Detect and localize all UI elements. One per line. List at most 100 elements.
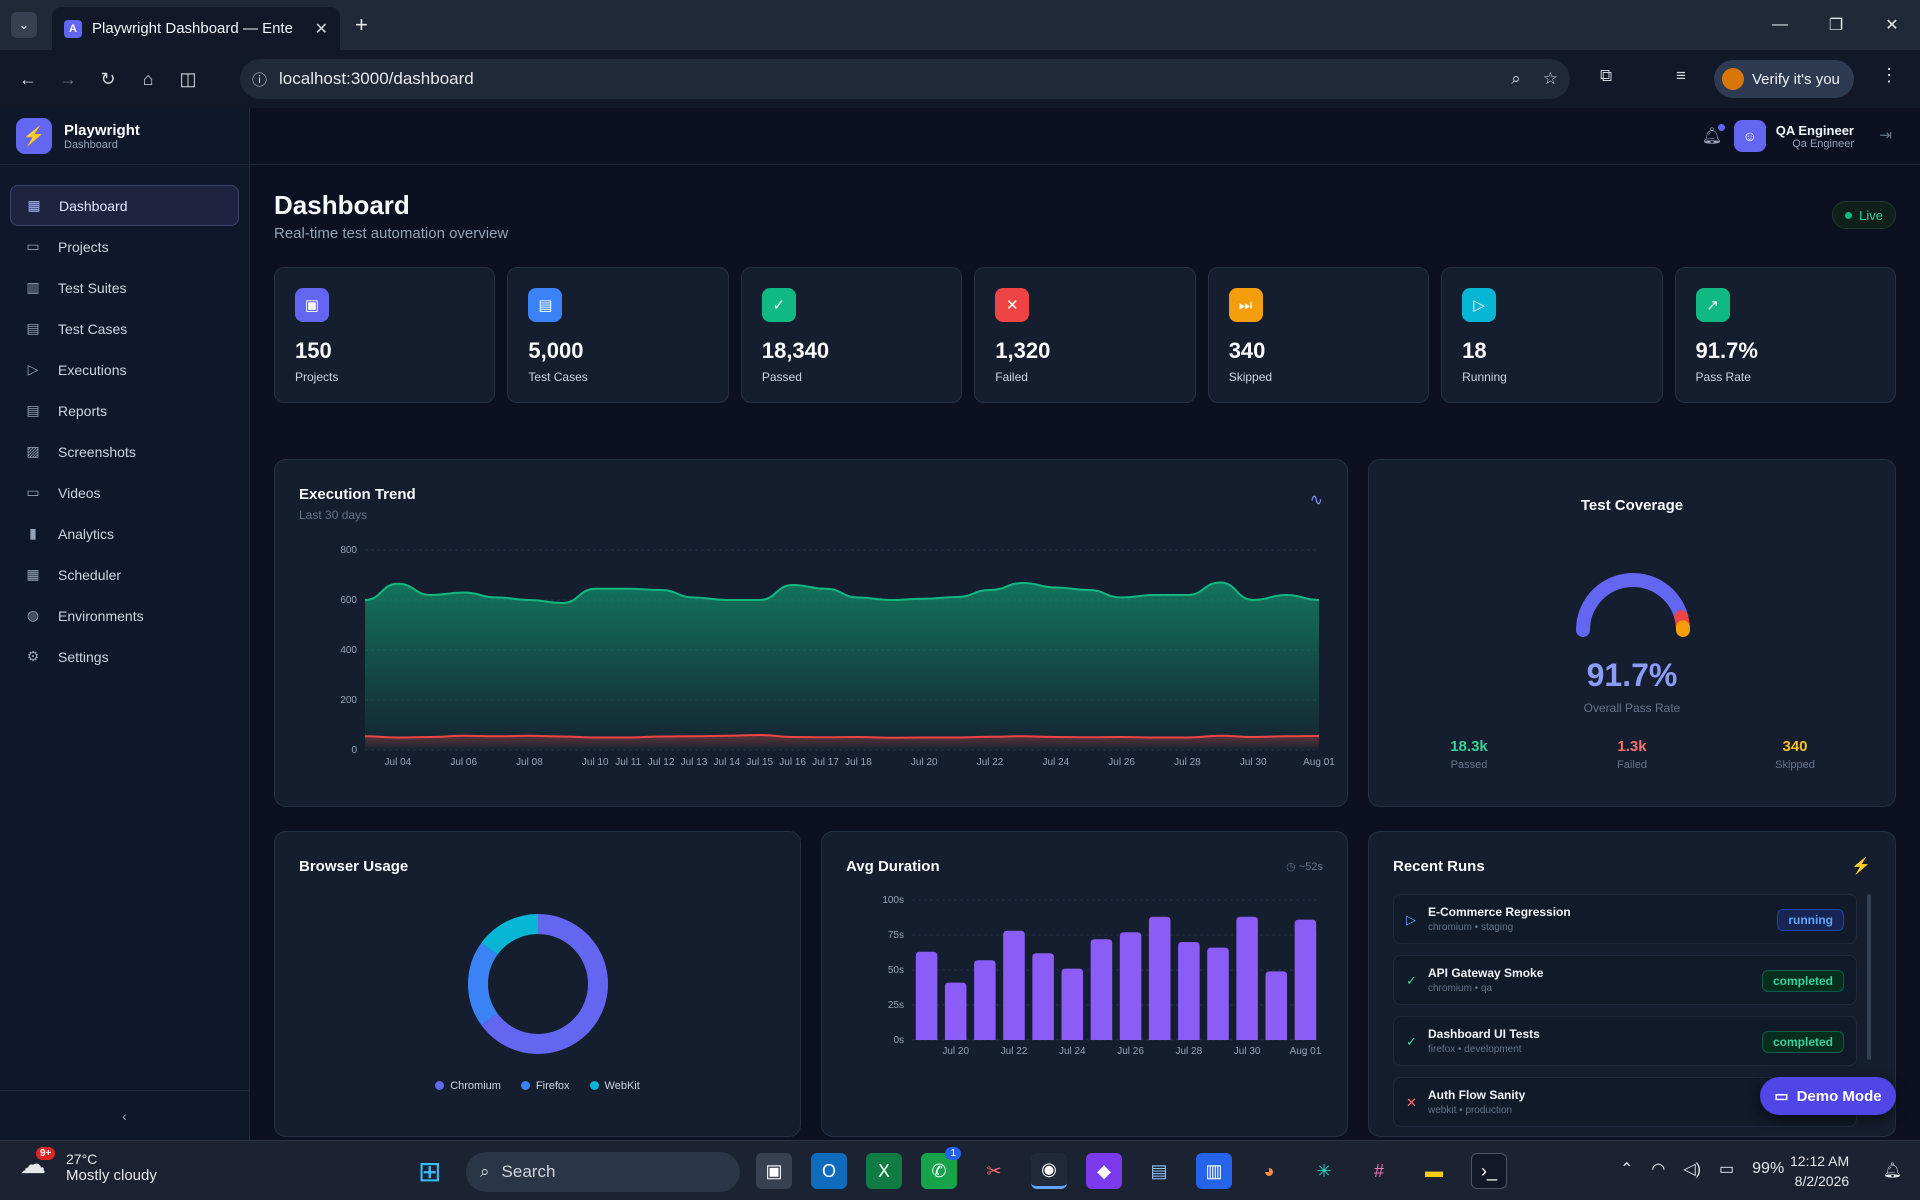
- sidebar-item-videos[interactable]: ▭ Videos: [10, 472, 239, 513]
- demo-mode-button[interactable]: ▭ Demo Mode: [1760, 1077, 1896, 1115]
- task-view-icon[interactable]: ▣: [756, 1153, 792, 1189]
- sidebar-item-label: Environments: [58, 607, 144, 624]
- sidebar-item-test-suites[interactable]: ▥ Test Suites: [10, 267, 239, 308]
- run-meta: firefox • development: [1428, 1044, 1522, 1055]
- sidebar-item-label: Screenshots: [58, 443, 136, 460]
- address-bar[interactable]: ⓘ localhost:3000/dashboard ⌕ ☆: [240, 59, 1570, 99]
- home-icon[interactable]: ⌂: [128, 59, 168, 99]
- zoom-icon[interactable]: ⌕: [1511, 69, 1521, 89]
- legend-label: Chromium: [450, 1080, 501, 1092]
- verify-label: Verify it's you: [1752, 70, 1840, 88]
- recent-run-row[interactable]: ✓ API Gateway Smoke chromium • qa completed: [1393, 955, 1857, 1005]
- media-control-icon[interactable]: ≡: [1676, 66, 1686, 86]
- new-tab-button[interactable]: +: [355, 12, 368, 38]
- chevron-up-icon[interactable]: ⌃: [1620, 1159, 1633, 1179]
- legend-label: WebKit: [604, 1080, 640, 1092]
- sidebar-item-environments[interactable]: ◍ Environments: [10, 595, 239, 636]
- file-explorer-icon[interactable]: ▬: [1416, 1153, 1452, 1189]
- recent-run-row[interactable]: ✓ Dashboard UI Tests firefox • development…: [1393, 1016, 1857, 1066]
- site-info-icon[interactable]: ⓘ: [252, 69, 267, 90]
- weather-widget[interactable]: ☁ 9+ 27°C Mostly cloudy: [20, 1147, 157, 1185]
- restore-button[interactable]: ❐: [1808, 0, 1864, 50]
- sidebar-item-projects[interactable]: ▭ Projects: [10, 226, 239, 267]
- folder-icon: ▣: [295, 288, 329, 322]
- stat-card-skipped[interactable]: ⏭ 340 Skipped: [1207, 267, 1430, 403]
- sidebar-item-settings[interactable]: ⚙ Settings: [10, 636, 239, 677]
- coverage-percent: 91.7%: [1586, 657, 1678, 693]
- sidebar-item-analytics[interactable]: ▮ Analytics: [10, 513, 239, 554]
- outlook-icon[interactable]: O: [811, 1153, 847, 1189]
- notification-center-icon[interactable]: 🔔︎: [1883, 1161, 1902, 1179]
- stat-card-test-cases[interactable]: ▤ 5,000 Test Cases: [507, 267, 729, 403]
- sidebar-item-test-cases[interactable]: ▤ Test Cases: [10, 308, 239, 349]
- notepad-icon[interactable]: ▥: [1196, 1153, 1232, 1189]
- stat-card-failed[interactable]: ✕ 1,320 Failed: [974, 267, 1196, 403]
- logout-icon[interactable]: ⇥: [1879, 126, 1892, 144]
- sidebar-item-dashboard[interactable]: ▦ Dashboard: [10, 185, 239, 226]
- excel-icon[interactable]: X: [866, 1153, 902, 1189]
- sidebar-item-label: Videos: [58, 484, 101, 501]
- execution-trend-panel: Execution Trend Last 30 days ∿ 0 200 400 60…: [274, 459, 1348, 807]
- user-menu[interactable]: ☺ QA Engineer Qa Engineer: [1733, 120, 1854, 152]
- minimize-button[interactable]: —: [1752, 0, 1808, 50]
- browser-menu-icon[interactable]: ⋮: [1880, 65, 1898, 86]
- duration-bar: [915, 951, 938, 1040]
- verify-profile-button[interactable]: Verify it's you: [1714, 60, 1854, 98]
- sidebar-item-screenshots[interactable]: ▨ Screenshots: [10, 431, 239, 472]
- bookmark-star-icon[interactable]: ☆: [1543, 69, 1558, 89]
- browser-tab[interactable]: A Playwright Dashboard — Enterp ✕: [52, 7, 340, 50]
- extensions-icon[interactable]: ⧉: [1600, 66, 1612, 86]
- run-name: Auth Flow Sanity: [1428, 1088, 1526, 1102]
- coverage-label: Overall Pass Rate: [1583, 701, 1681, 715]
- app-root: ⚡ Playwright Dashboard ▦ Dashboard ▭ Projec…: [0, 108, 1920, 1140]
- brand-title: Playwright: [64, 121, 140, 139]
- chrome-icon[interactable]: ◉: [1031, 1153, 1067, 1189]
- coverage-passed-label: Passed: [1450, 759, 1488, 771]
- firefox-icon[interactable]: ◕: [1251, 1153, 1287, 1189]
- close-tab-icon[interactable]: ✕: [315, 19, 328, 39]
- stat-card-passed[interactable]: ✓ 18,340 Passed: [740, 267, 963, 403]
- brand[interactable]: ⚡ Playwright Dashboard: [0, 108, 249, 165]
- stat-card-projects[interactable]: ▣ 150 Projects: [274, 267, 496, 403]
- recent-runs-scrollbar[interactable]: [1867, 894, 1871, 1060]
- split-view-icon[interactable]: ◫: [168, 59, 208, 99]
- recent-run-row[interactable]: ▷ E-Commerce Regression chromium • staging…: [1393, 894, 1857, 944]
- clock[interactable]: 12:12 AM 8/2/2026: [1790, 1151, 1849, 1191]
- collapse-sidebar-button[interactable]: ‹: [0, 1090, 249, 1140]
- x-tick-label: Jul 14: [714, 757, 741, 768]
- stat-card-running[interactable]: ▷ 18 Running: [1441, 267, 1663, 403]
- volume-icon[interactable]: ◁): [1683, 1159, 1701, 1179]
- stat-card-pass-rate[interactable]: ↗ 91.7% Pass Rate: [1674, 267, 1896, 403]
- remote-desktop-icon[interactable]: ▤: [1141, 1153, 1177, 1189]
- app-teal-icon[interactable]: ✳: [1306, 1153, 1342, 1189]
- reload-icon[interactable]: ↻: [88, 59, 128, 99]
- pinned-apps: ▣ O X ✆ 1 ✂ ◉ ◆ ▤ ▥ ◕ ✳ # ▬ ›_: [756, 1147, 1526, 1189]
- x-tick-label: Jul 18: [845, 757, 872, 768]
- terminal-icon[interactable]: ›_: [1471, 1153, 1507, 1189]
- lightning-icon[interactable]: ⚡: [1851, 856, 1871, 876]
- notification-bell-icon[interactable]: 🔔︎: [1702, 124, 1725, 146]
- back-icon[interactable]: ←: [8, 59, 48, 99]
- forward-icon[interactable]: →: [48, 59, 88, 99]
- snipping-tool-icon[interactable]: ✂: [976, 1153, 1012, 1189]
- slack-icon[interactable]: #: [1361, 1153, 1397, 1189]
- chevron-left-icon: ‹: [122, 1107, 127, 1124]
- sidebar-item-label: Dashboard: [59, 197, 128, 214]
- x-tick-label: Jul 22: [977, 757, 1004, 768]
- sidebar-item-scheduler[interactable]: ▦ Scheduler: [10, 554, 239, 595]
- app-purple-icon[interactable]: ◆: [1086, 1153, 1122, 1189]
- close-window-button[interactable]: ✕: [1864, 0, 1920, 50]
- sidebar-item-executions[interactable]: ▷ Executions: [10, 349, 239, 390]
- sidebar-item-reports[interactable]: ▤ Reports: [10, 390, 239, 431]
- tab-search-button[interactable]: ⌄: [11, 12, 37, 38]
- wifi-icon[interactable]: ◠: [1651, 1159, 1665, 1179]
- taskbar-search[interactable]: ⌕ Search: [466, 1152, 740, 1192]
- windows-start-icon[interactable]: ⊞: [418, 1155, 441, 1188]
- user-icon: ☺: [1733, 120, 1766, 152]
- stat-value: 1,320: [995, 338, 1051, 363]
- battery-icon[interactable]: ▭: [1719, 1159, 1734, 1179]
- whatsapp-icon[interactable]: ✆ 1: [921, 1147, 961, 1189]
- stat-label: Test Cases: [528, 370, 588, 384]
- file-icon: ▤: [26, 320, 40, 336]
- sidebar-item-label: Projects: [58, 238, 109, 255]
